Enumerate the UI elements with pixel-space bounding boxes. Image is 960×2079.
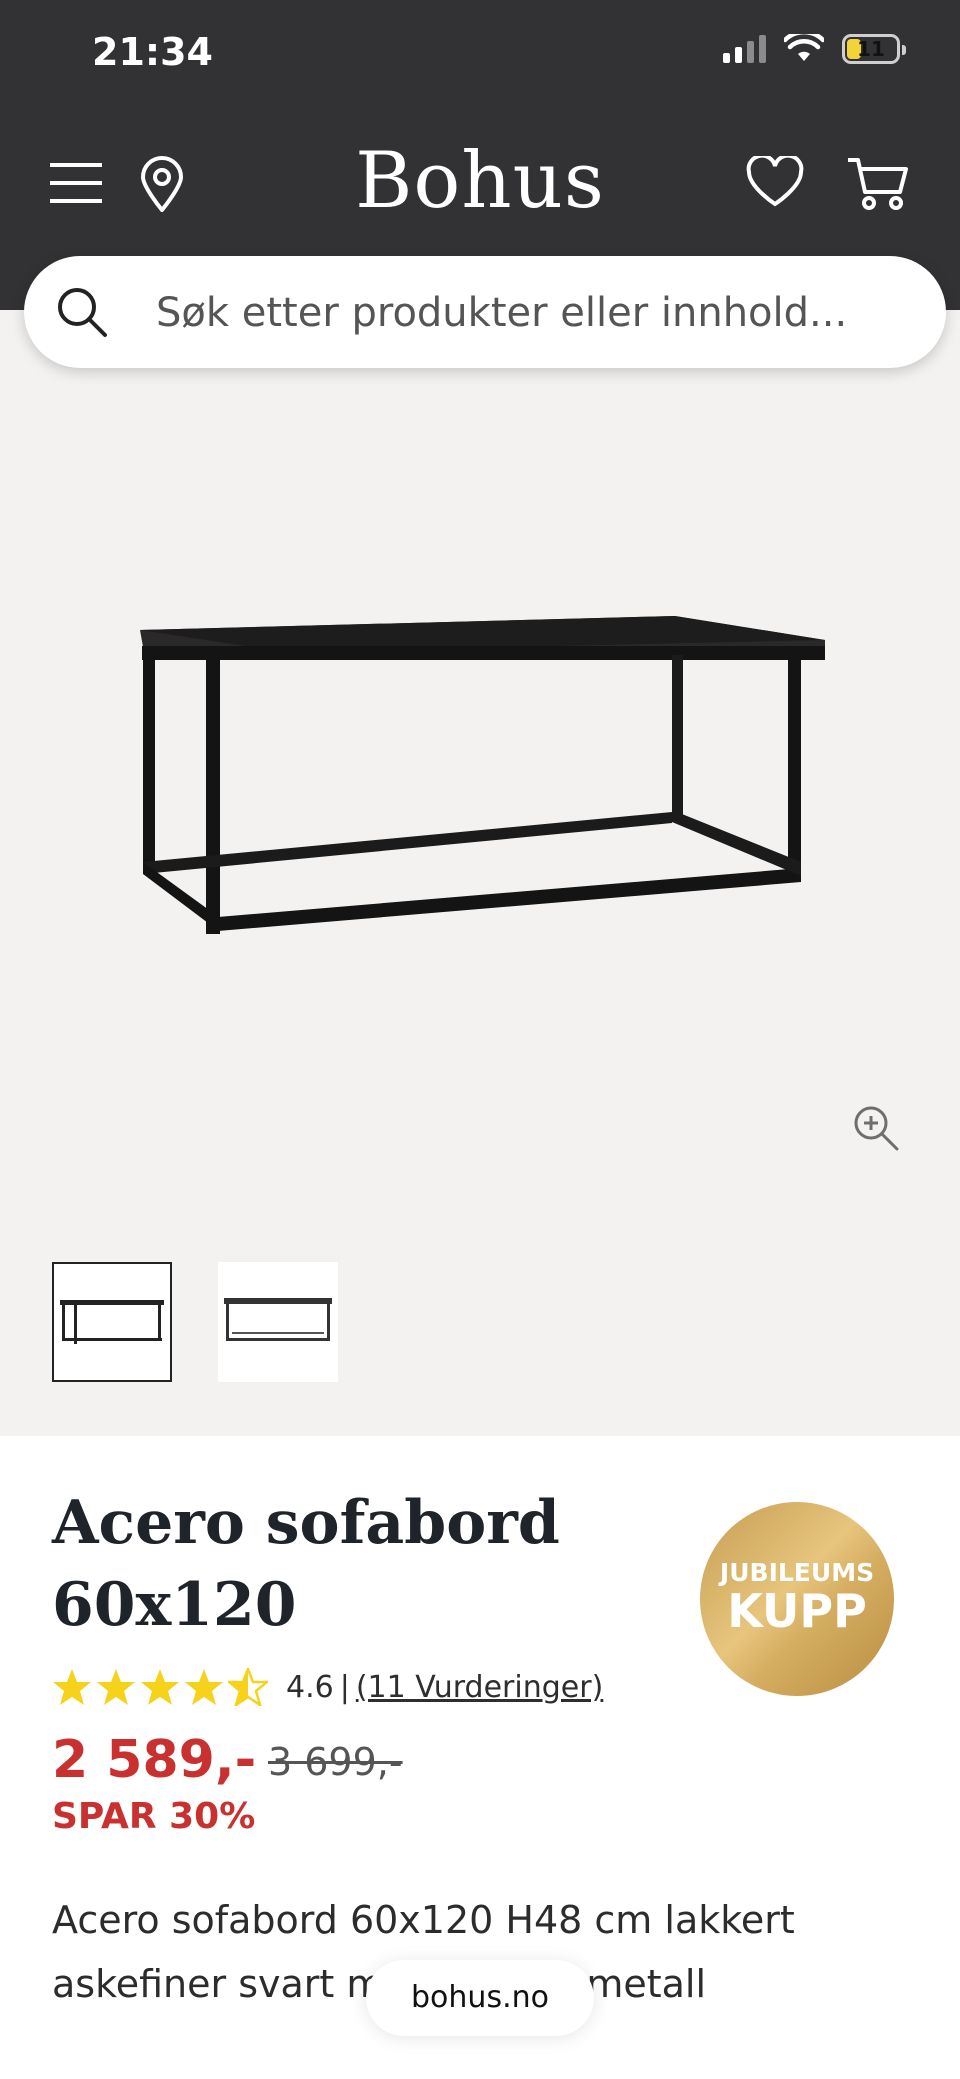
badge-line-2: KUPP bbox=[727, 1584, 867, 1638]
rating-stars bbox=[52, 1668, 268, 1706]
star-icon bbox=[97, 1669, 135, 1705]
search-input[interactable] bbox=[154, 286, 918, 340]
product-rating: 4.6 | (11 Vurderinger) bbox=[52, 1668, 603, 1706]
thumbnail-2[interactable] bbox=[218, 1262, 338, 1382]
bohus-logo[interactable]: Bohus bbox=[0, 136, 960, 226]
zoom-in-icon[interactable] bbox=[852, 1104, 900, 1152]
thumbnail-1[interactable] bbox=[52, 1262, 172, 1382]
search-icon bbox=[58, 288, 107, 337]
half-star-icon bbox=[228, 1668, 268, 1706]
discount-label: SPAR 30% bbox=[52, 1796, 256, 1837]
signal-icon bbox=[723, 35, 766, 63]
star-icon bbox=[185, 1669, 223, 1705]
search-bar[interactable] bbox=[24, 256, 946, 368]
browser-url-pill[interactable]: bohus.no bbox=[366, 1960, 594, 2036]
star-icon bbox=[141, 1669, 179, 1705]
rating-value: 4.6 bbox=[286, 1669, 334, 1705]
product-title: Acero sofabord 60x120 bbox=[52, 1488, 560, 1640]
heart-icon[interactable] bbox=[746, 156, 804, 208]
wifi-icon bbox=[784, 34, 824, 61]
original-price: 3 699,- bbox=[268, 1740, 403, 1784]
jubileums-kupp-badge: JUBILEUMS KUPP bbox=[700, 1502, 894, 1696]
rating-separator: | bbox=[339, 1669, 350, 1705]
battery-level: 11 bbox=[857, 37, 885, 61]
reviews-link[interactable]: (11 Vurderinger) bbox=[356, 1670, 603, 1705]
battery-icon: 11 bbox=[842, 34, 906, 64]
product-image[interactable] bbox=[120, 600, 840, 940]
current-price: 2 589,- bbox=[52, 1730, 257, 1790]
status-time: 21:34 bbox=[92, 30, 213, 74]
badge-line-1: JUBILEUMS bbox=[719, 1558, 875, 1587]
cart-icon[interactable] bbox=[846, 156, 908, 212]
status-icons: 11 bbox=[723, 34, 906, 64]
star-icon bbox=[53, 1669, 91, 1705]
